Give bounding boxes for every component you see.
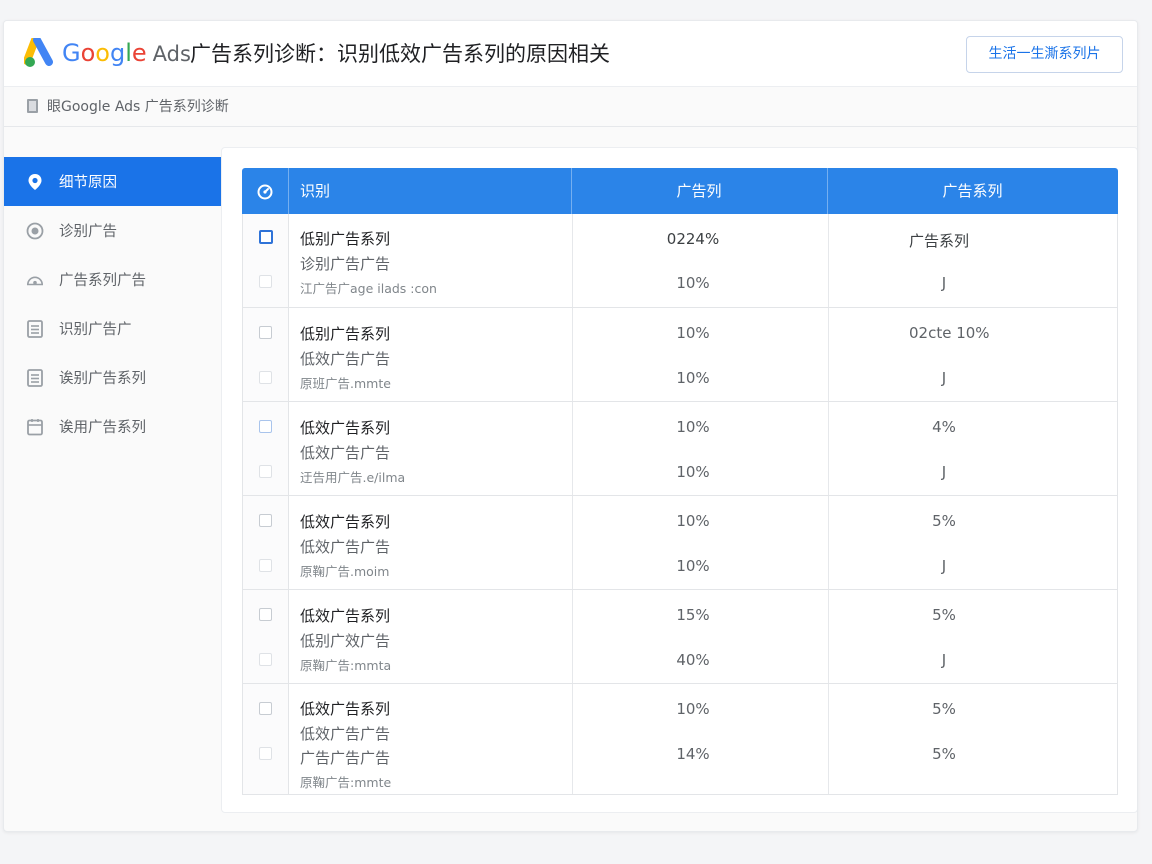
campaign-sub: 低效广告广告	[300, 350, 391, 368]
table-row[interactable]: 低别广告系列 诊别广告广告 江广告广age ilads :con 0224% 1…	[243, 214, 1117, 308]
campaign-meta: 原班广告.mmte	[300, 376, 391, 391]
sidebar-item-label: 广告系列广告	[59, 273, 146, 289]
campaign-value-2: J	[941, 557, 947, 575]
table-row[interactable]: 低效广告系列 低效广告广告 迂告用广告.e/ilma 10% 10% 4% J	[243, 402, 1117, 496]
column-header-campaign[interactable]: 广告系列	[827, 168, 1118, 214]
row-checkbox[interactable]	[259, 326, 272, 339]
ad-column-value: 10%	[676, 700, 710, 718]
campaign-name: 低效广告系列	[300, 513, 391, 531]
campaign-meta: 原鞠广告:mmta	[300, 658, 392, 673]
ad-column-value-2: 40%	[676, 651, 710, 669]
ad-column-value-2: 14%	[676, 745, 710, 763]
header-action-button[interactable]: 生活一生澌系列片	[966, 36, 1123, 73]
sidebar-item-label: 细节原因	[59, 175, 117, 191]
sidebar-item-label: 诶别广告系列	[59, 371, 146, 387]
campaign-value-2: J	[941, 463, 947, 481]
campaign-sub: 低别广效广告	[300, 632, 391, 650]
row-sub-checkbox[interactable]	[259, 559, 272, 572]
app-window: Google Ads 广告系列诊断：识别低效广告系列的原因相关 生活一生澌系列片 …	[3, 20, 1138, 832]
ad-column-value-2: 10%	[676, 557, 710, 575]
campaign-value: 4%	[932, 418, 956, 436]
document-icon	[27, 99, 38, 113]
row-sub-checkbox[interactable]	[259, 465, 272, 478]
table-row[interactable]: 低别广告系列 低效广告广告 原班广告.mmte 10% 10% 02cte 10…	[243, 308, 1117, 402]
campaign-value: 广告系列	[909, 232, 970, 250]
row-sub-checkbox[interactable]	[259, 275, 272, 288]
location-pin-icon	[26, 173, 44, 191]
campaign-name: 低效广告系列	[300, 700, 391, 718]
sidebar-item-usage[interactable]: 诶用广告系列	[4, 402, 221, 451]
eye-icon	[26, 222, 44, 240]
row-sub-checkbox[interactable]	[259, 747, 272, 760]
diagnosis-panel: 识别 广告列 广告系列 低别广告系列 诊别广告广告 江广告广age ilads …	[221, 147, 1137, 813]
campaign-sub: 诊别广告广告	[300, 255, 391, 273]
campaign-name: 低别广告系列	[300, 325, 391, 343]
ad-column-value-2: 10%	[676, 463, 710, 481]
campaign-value: 5%	[932, 700, 956, 718]
calendar-icon	[26, 418, 44, 436]
campaign-meta: 原鞠广告:mmte	[300, 775, 392, 790]
campaign-name: 低效广告系列	[300, 607, 391, 625]
campaign-name: 低效广告系列	[300, 419, 391, 437]
sidebar: 细节原因 诊别广告 广告系列广告 识别广告广 诶别广告系列 诶用广告系列	[4, 157, 221, 451]
campaign-meta: 原鞠广告.moim	[300, 564, 390, 579]
row-checkbox[interactable]	[259, 420, 272, 433]
campaign-table-body: 低别广告系列 诊别广告广告 江广告广age ilads :con 0224% 1…	[242, 214, 1118, 795]
list-doc-icon	[26, 319, 44, 338]
row-checkbox[interactable]	[259, 514, 272, 527]
top-header: Google Ads 广告系列诊断：识别低效广告系列的原因相关 生活一生澌系列片	[4, 21, 1137, 87]
table-header: 识别 广告列 广告系列	[242, 168, 1118, 214]
campaign-sub: 低效广告广告	[300, 444, 391, 462]
ad-column-value: 15%	[676, 606, 710, 624]
ad-column-value: 10%	[676, 418, 710, 436]
table-row[interactable]: 低效广告系列 低别广效广告 原鞠广告:mmta 15% 40% 5% J	[243, 590, 1117, 684]
campaign-sub: 低效广告广告	[300, 538, 391, 556]
ad-column-value-2: 10%	[676, 274, 710, 292]
campaign-value: 5%	[932, 512, 956, 530]
ad-column-value-2: 10%	[676, 369, 710, 387]
sidebar-item-label: 诶用广告系列	[59, 420, 146, 436]
page-title: 广告系列诊断：识别低效广告系列的原因相关	[190, 42, 610, 66]
gauge-icon	[242, 168, 288, 214]
column-header-identify[interactable]: 识别	[300, 168, 330, 214]
list-doc-icon	[26, 368, 44, 387]
ad-column-value: 0224%	[666, 230, 720, 248]
campaign-value-2: J	[941, 369, 947, 387]
campaign-name: 低别广告系列	[300, 230, 391, 248]
campaign-value-2: J	[941, 651, 947, 669]
row-sub-checkbox[interactable]	[259, 653, 272, 666]
sidebar-item-campaign-ads[interactable]: 广告系列广告	[4, 255, 221, 304]
sidebar-item-identify[interactable]: 识别广告广	[4, 304, 221, 353]
campaign-value: 02cte 10%	[909, 324, 990, 342]
ad-column-value: 10%	[676, 512, 710, 530]
campaign-meta: 江广告广age ilads :con	[300, 281, 437, 296]
campaign-sub: 低效广告广告	[300, 725, 391, 743]
campaign-sub-2: 广告广告广告	[300, 749, 391, 767]
table-row[interactable]: 低效广告系列 低效广告广告 原鞠广告.moim 10% 10% 5% J	[243, 496, 1117, 590]
ad-column-value: 10%	[676, 324, 710, 342]
table-row[interactable]: 低效广告系列 低效广告广告 广告广告广告 原鞠广告:mmte 10% 14% 5…	[243, 684, 1117, 794]
breadcrumb-text[interactable]: 眼Google Ads 广告系列诊断	[47, 97, 229, 117]
sidebar-item-label: 识别广告广	[59, 322, 132, 338]
breadcrumb: 眼Google Ads 广告系列诊断	[4, 87, 1137, 127]
row-sub-checkbox[interactable]	[259, 371, 272, 384]
google-ads-logo-icon	[24, 38, 53, 67]
campaign-value: 5%	[932, 606, 956, 624]
row-checkbox[interactable]	[259, 702, 272, 715]
row-checkbox[interactable]	[259, 608, 272, 621]
sidebar-item-details[interactable]: 细节原因	[4, 157, 221, 206]
column-header-ad-column[interactable]: 广告列	[571, 168, 827, 214]
sidebar-item-diagnose-ads[interactable]: 诊别广告	[4, 206, 221, 255]
sidebar-item-campaigns[interactable]: 诶别广告系列	[4, 353, 221, 402]
dashboard-gauge-icon	[26, 271, 44, 289]
campaign-value-2: 5%	[932, 745, 956, 763]
campaign-value-2: J	[941, 274, 947, 292]
row-checkbox[interactable]	[259, 230, 273, 244]
brand-wordmark: Google Ads	[62, 39, 191, 67]
campaign-meta: 迂告用广告.e/ilma	[300, 470, 406, 485]
sidebar-item-label: 诊别广告	[59, 224, 117, 240]
